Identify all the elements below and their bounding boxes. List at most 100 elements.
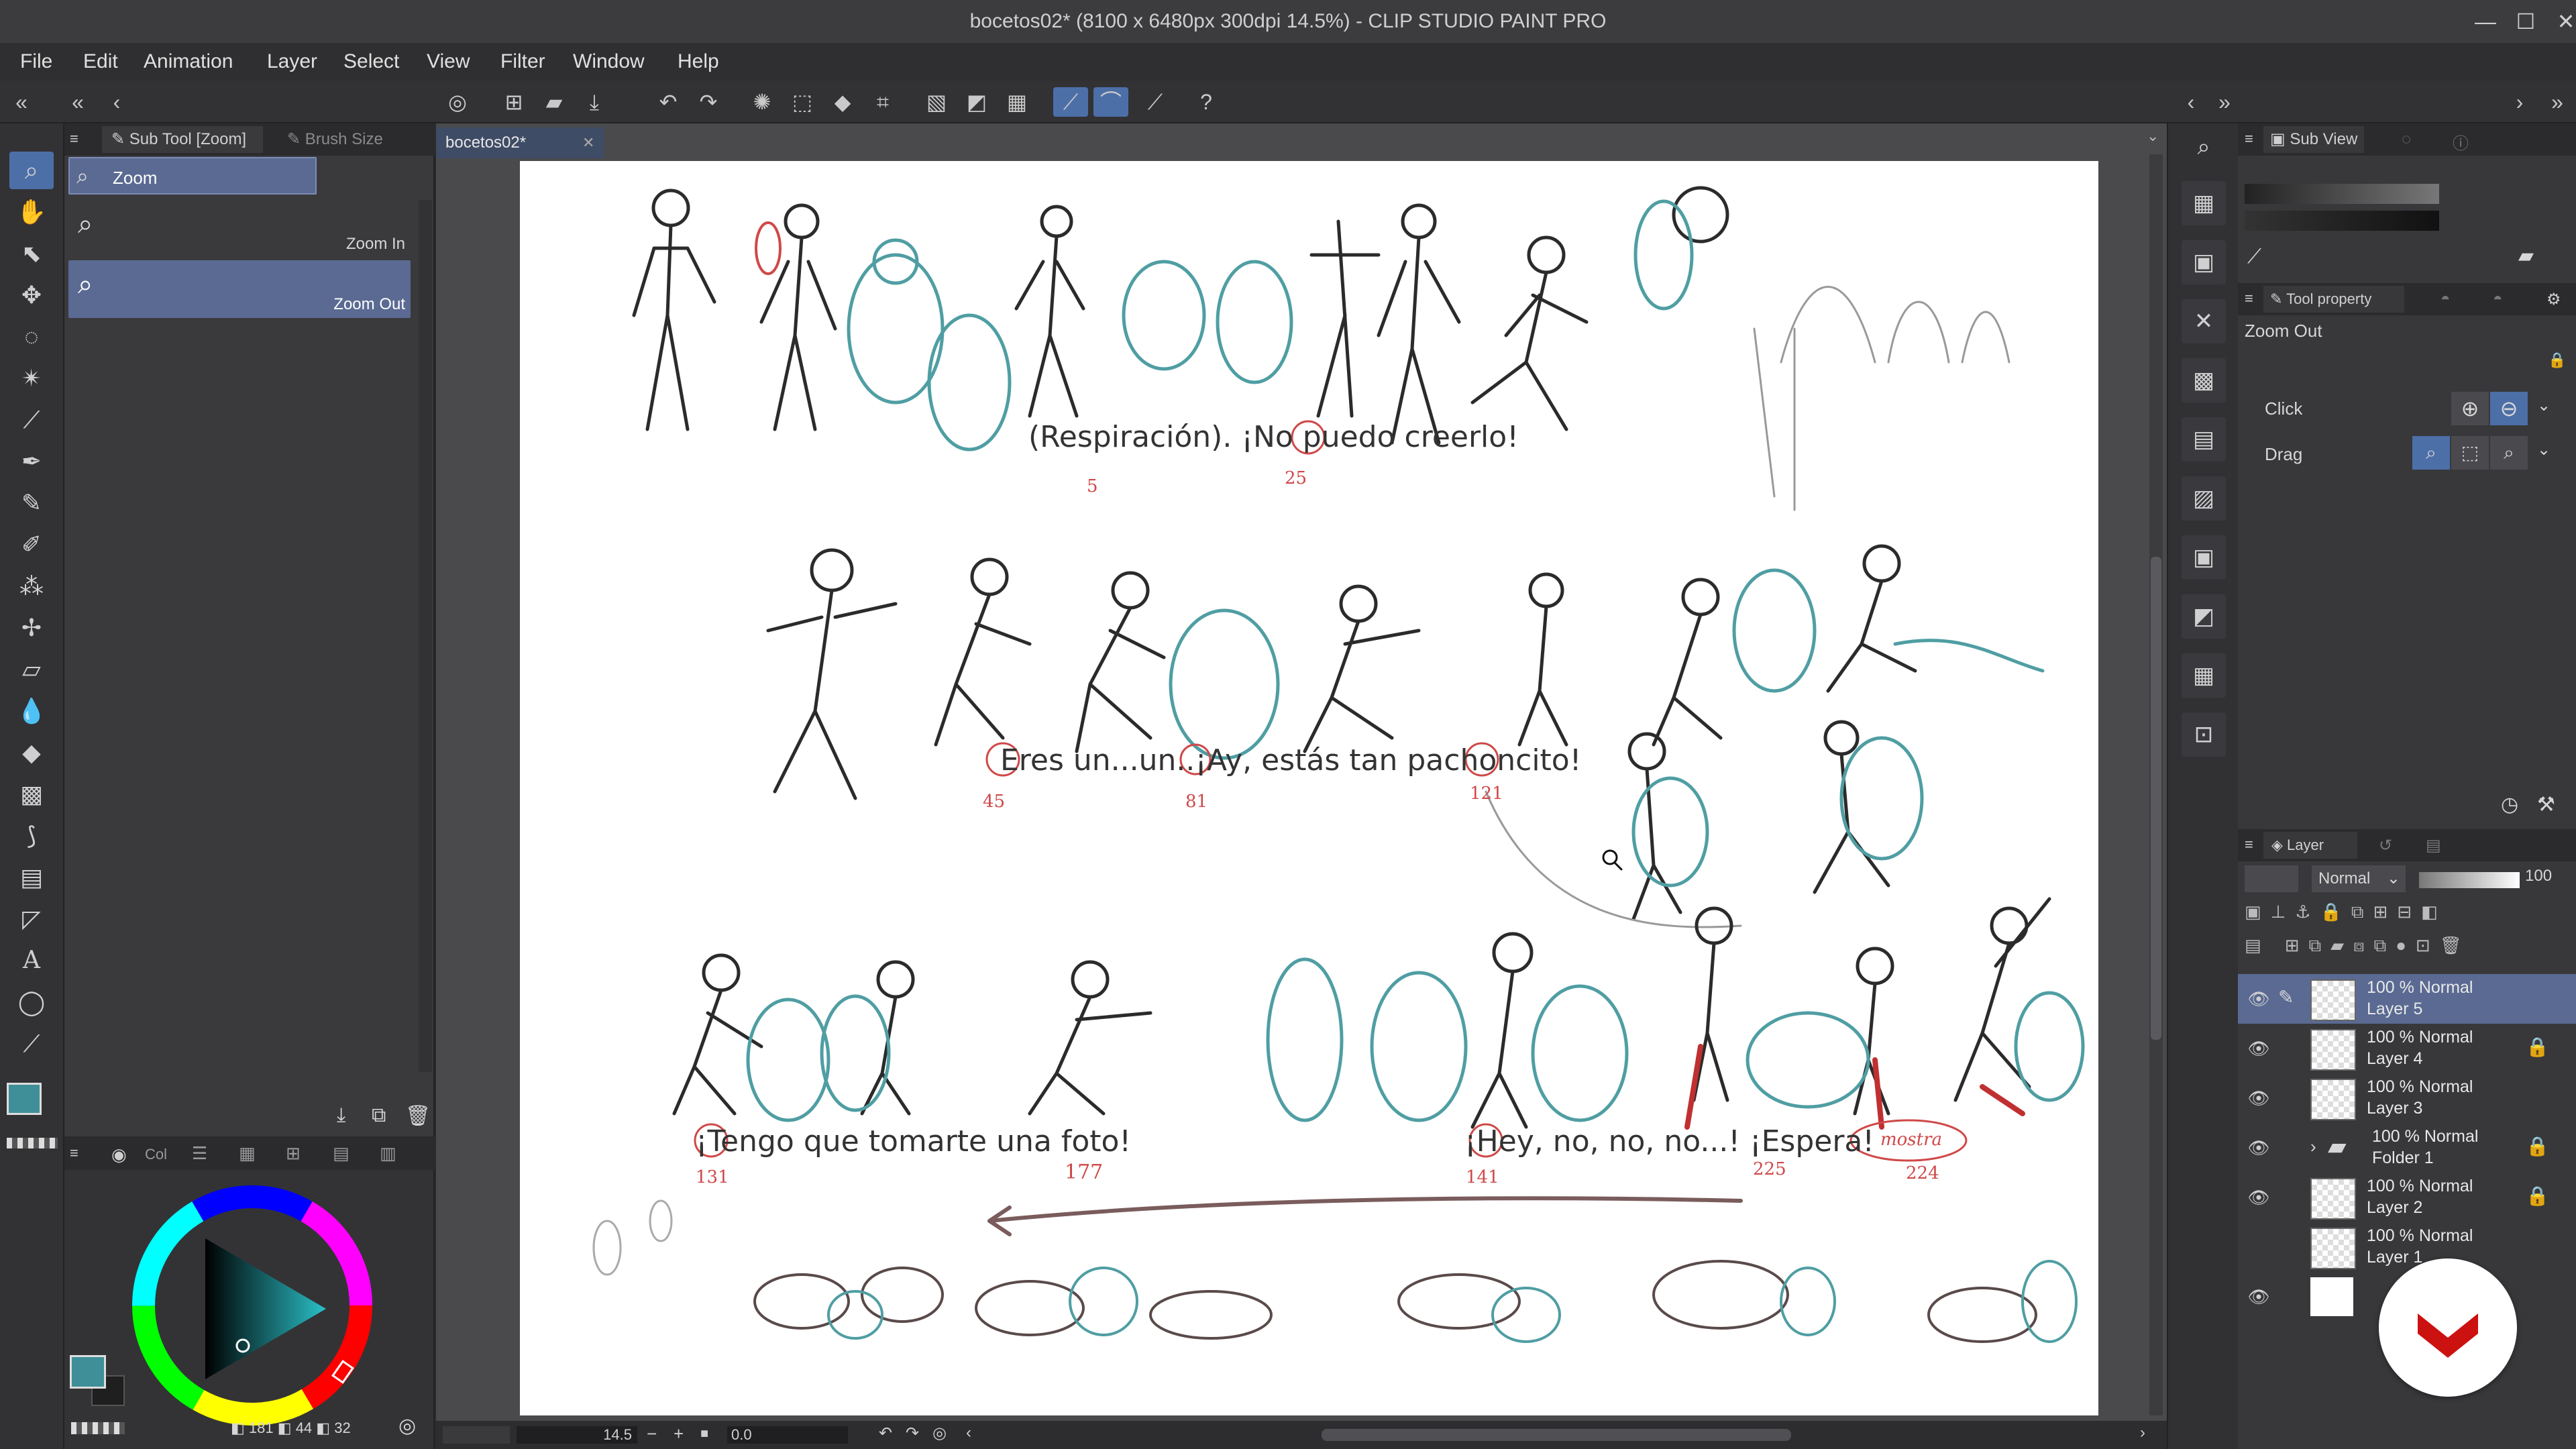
tab-brush-shape-icon[interactable]: ◓ — [2440, 290, 2451, 309]
help-icon[interactable]: ? — [1189, 87, 1224, 117]
collapse-left-icon[interactable]: « — [4, 87, 39, 117]
open-folder-icon[interactable]: ▰ — [2518, 244, 2534, 268]
panel-icon-9[interactable]: ▦ — [2182, 653, 2226, 698]
menu-animation[interactable]: Animation — [141, 43, 235, 80]
layer-color-icon[interactable] — [2245, 865, 2298, 892]
layer-row-layer-3[interactable]: 👁 100 % Normal Layer 3 — [2238, 1073, 2576, 1123]
open-folder-icon[interactable]: ▰ — [537, 87, 572, 117]
zoom-in-icon[interactable]: + — [674, 1424, 684, 1444]
tab-animation-icon[interactable]: ▤ — [2426, 836, 2441, 855]
chevron-down-icon[interactable]: ⌄ — [2537, 396, 2551, 415]
color-mode-icon[interactable]: ◎ — [398, 1414, 416, 1438]
panel-icon-2[interactable]: ▣ — [2182, 240, 2226, 284]
panel-icon-1[interactable]: ▦ — [2182, 181, 2226, 225]
panel-menu-icon[interactable]: ≡ — [2245, 836, 2253, 853]
main-color-swatch[interactable] — [7, 1083, 42, 1115]
menu-view[interactable]: View — [424, 43, 472, 80]
panel-menu-icon[interactable]: ≡ — [70, 130, 78, 148]
collapse-right-icon[interactable]: ‹ — [2174, 87, 2208, 117]
panel-icon-4[interactable]: ▩ — [2182, 358, 2226, 402]
menu-layer[interactable]: Layer — [264, 43, 320, 80]
tab-setting-icon[interactable]: ◓ — [2493, 290, 2503, 309]
eyedropper-icon[interactable]: ⟋ — [2247, 246, 2261, 268]
zoom-in-option-icon[interactable]: ⊕ — [2451, 392, 2489, 425]
expand-icon[interactable]: » — [2540, 87, 2575, 117]
drag-reverse-zoom-icon[interactable]: ⌕ — [2490, 436, 2528, 470]
expand-right-icon[interactable]: » — [2207, 87, 2242, 117]
sub-tool-detail-icon[interactable]: ◷ — [2501, 793, 2518, 816]
save-icon[interactable]: ⤓ — [577, 87, 612, 117]
layer-row-layer-2[interactable]: 👁 100 % Normal Layer 2 🔒 — [2238, 1173, 2576, 1222]
add-sub-tool-icon[interactable]: ⤓ — [337, 1104, 345, 1127]
eye-icon[interactable]: 👁 — [2247, 1138, 2270, 1158]
panel-icon-10[interactable]: ⊡ — [2182, 712, 2226, 757]
panel-icon-7[interactable]: ▣ — [2182, 535, 2226, 580]
undo-icon[interactable]: ↶ — [651, 87, 686, 117]
tab-menu-chevron-down-icon[interactable]: ⌄ — [2147, 127, 2159, 145]
tab-sub-view[interactable]: ▣ Sub View — [2263, 126, 2364, 153]
redo-icon[interactable]: ↷ — [691, 87, 726, 117]
tab-layer[interactable]: ◈ Layer — [2263, 832, 2357, 859]
duplicate-icon[interactable]: ⧉ — [372, 1104, 386, 1127]
snap-ruler-icon[interactable]: ▧ — [919, 87, 954, 117]
zoom-field[interactable]: 14.5 — [517, 1426, 637, 1444]
layer-row-layer-4[interactable]: 👁 100 % Normal Layer 4 🔒 — [2238, 1024, 2576, 1073]
arrow-right-icon[interactable]: › — [2502, 87, 2537, 117]
layer-row-folder-1[interactable]: 👁 › ▰ 100 % Normal Folder 1 🔒 — [2238, 1123, 2576, 1173]
panel-icon-8[interactable]: ◩ — [2182, 594, 2226, 639]
menu-window[interactable]: Window — [570, 43, 647, 80]
menu-help[interactable]: Help — [675, 43, 722, 80]
new-file-icon[interactable]: ⊞ — [496, 87, 531, 117]
clip-studio-icon[interactable]: ◎ — [440, 87, 475, 117]
eye-icon[interactable]: 👁 — [2247, 1287, 2270, 1307]
eye-icon[interactable]: 👁 — [2247, 1088, 2270, 1108]
tab-history-icon[interactable]: ▥ — [380, 1143, 396, 1164]
pen-pressure-icon[interactable]: ⟋ — [1138, 87, 1173, 117]
layer-row-layer-5[interactable]: 👁 ✎ 100 % Normal Layer 5 — [2238, 974, 2576, 1024]
drag-rect-zoom-icon[interactable]: ⬚ — [2451, 436, 2489, 470]
decoration-icon[interactable]: ✢ — [9, 609, 54, 647]
menu-filter[interactable]: Filter — [498, 43, 548, 80]
wrench-icon[interactable]: ⚒ — [2537, 793, 2555, 816]
menu-edit[interactable]: Edit — [80, 43, 121, 80]
clear-icon[interactable]: ✺ — [745, 87, 780, 117]
brush-icon[interactable]: ✐ — [9, 526, 54, 564]
eye-icon[interactable]: 👁 — [2247, 989, 2270, 1009]
correct-line-icon[interactable]: ⟋ — [9, 1025, 54, 1063]
magic-wand-icon[interactable]: ✴ — [9, 360, 54, 397]
lock-icon[interactable]: 🔒 — [2526, 1185, 2549, 1207]
eye-icon[interactable]: 👁 — [2247, 1038, 2270, 1059]
tab-info-icon[interactable]: ⓘ — [2453, 130, 2469, 154]
color-wheel[interactable] — [125, 1178, 380, 1433]
panel-menu-icon[interactable]: ≡ — [70, 1144, 78, 1162]
tab-color-slider-icon[interactable]: ☰ — [192, 1143, 207, 1164]
blend-mode-select[interactable]: Normal ⌄ — [2312, 865, 2406, 892]
canvas-tab[interactable]: bocetos02* ✕ — [436, 127, 604, 158]
sub-tool-scrollbar[interactable] — [419, 200, 432, 1072]
transparent-color-icon[interactable] — [7, 1138, 58, 1148]
lock-icon[interactable]: 🔒 — [2526, 1135, 2549, 1157]
hand-tool-icon[interactable]: ✋ — [9, 193, 54, 231]
stabilize-icon[interactable]: ⟋ — [1053, 87, 1088, 117]
panel-menu-icon[interactable]: ≡ — [2245, 130, 2253, 148]
tab-approximate-icon[interactable]: ▤ — [333, 1143, 350, 1164]
layer-options-row[interactable]: ▣⊥⚓🔒⧉⊞⊟◧ — [2245, 902, 2567, 928]
chevron-down-icon[interactable]: ⌄ — [2537, 440, 2551, 460]
deselect-icon[interactable]: ⬚ — [785, 87, 820, 117]
gradient-icon[interactable]: ▩ — [9, 775, 54, 813]
menu-select[interactable]: Select — [341, 43, 402, 80]
snap-special-icon[interactable]: ◩ — [959, 87, 994, 117]
tab-brush-size[interactable]: ✎ Brush Size — [279, 126, 433, 153]
tab-color-set-icon[interactable]: ▦ — [239, 1143, 256, 1164]
wrench-icon[interactable]: ⚙ — [2546, 290, 2561, 309]
scroll-left-icon[interactable]: ‹ — [966, 1424, 971, 1442]
balloon-icon[interactable]: ◯ — [9, 983, 54, 1021]
pen-icon[interactable]: ✒ — [9, 443, 54, 480]
sub-tool-group-zoom[interactable]: ⌕ Zoom — [68, 157, 317, 195]
lock-icon[interactable]: 🔒 — [2548, 352, 2566, 369]
fit-icon[interactable]: ■ — [700, 1426, 708, 1442]
transparent-color-icon[interactable] — [71, 1422, 125, 1434]
main-color-swatch[interactable] — [70, 1355, 106, 1389]
zoom-out-icon[interactable]: − — [647, 1424, 657, 1444]
eraser-icon[interactable]: ▱ — [9, 651, 54, 688]
